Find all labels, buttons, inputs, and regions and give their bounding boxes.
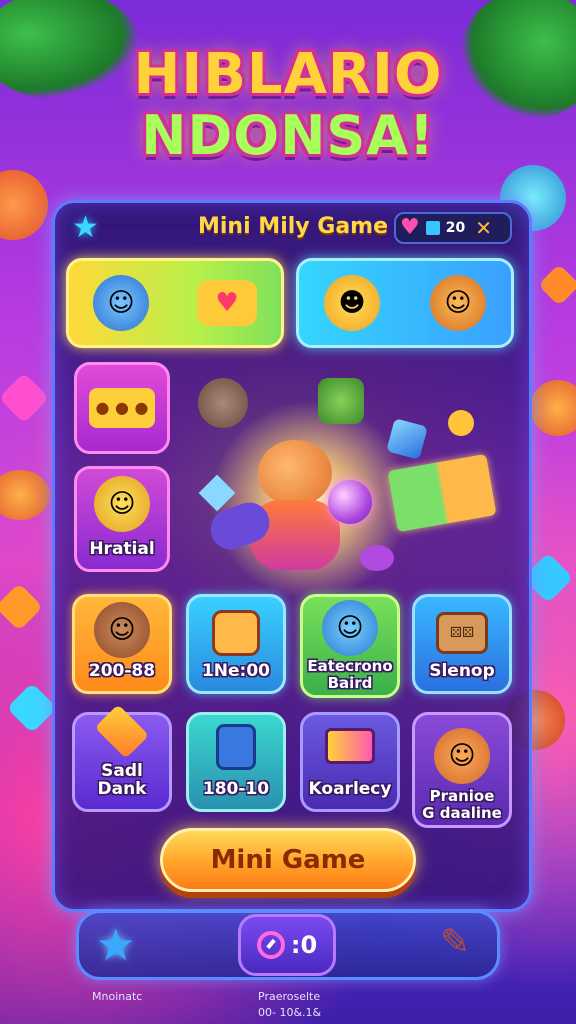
game-tile[interactable]: ⚄⚄ Slenop	[412, 594, 512, 694]
timer-counter[interactable]: :0	[238, 914, 336, 976]
yellow-bear-icon: ☺	[94, 476, 150, 533]
footer-right-line2: 00- 10&.1&	[258, 1006, 322, 1019]
blue-creature-icon: ☺	[322, 600, 378, 656]
stat-value: 20	[445, 220, 466, 236]
gem-decoration	[6, 682, 58, 734]
game-tile[interactable]: 180-10	[186, 712, 286, 812]
candy-icon	[94, 704, 150, 759]
battery-icon	[425, 221, 440, 235]
footer-left-text: Mnoinatc	[92, 990, 143, 1003]
tile-label: Sadl Dank	[97, 760, 147, 800]
blue-monster-icon: ☺	[93, 275, 149, 331]
game-controller-icon	[216, 724, 256, 771]
coin-icon	[448, 410, 474, 436]
coin-decoration	[530, 380, 576, 436]
gem-decoration	[0, 582, 44, 632]
tile-label: Pranioe G daaline	[422, 787, 502, 822]
game-title-line2: NDONSA!	[141, 104, 435, 167]
flag-icon	[325, 728, 375, 765]
timer-count: :0	[290, 931, 318, 959]
cookie-monster-icon: ☺	[434, 728, 490, 784]
chat-bubble-icon: ♥	[197, 280, 257, 326]
tile-label: Hratial	[89, 539, 155, 560]
panel-title: Mini Mily Game	[198, 214, 389, 239]
clock-icon	[256, 931, 285, 959]
tile-label: Slenop	[429, 661, 495, 682]
tile-label: Koarlecy	[308, 779, 392, 800]
star-icon[interactable]: ★	[96, 920, 135, 971]
panel-stats: ♥ 20 ✕	[394, 212, 512, 244]
map-icon[interactable]: ✎	[440, 922, 470, 963]
side-tile-top[interactable]: ● ● ●	[74, 362, 170, 454]
dice-box-icon: ⚄⚄	[436, 612, 488, 655]
bear-icon: ☻	[324, 275, 380, 331]
side-tile-mid[interactable]: ☺ Hratial	[74, 466, 170, 572]
calculator-icon	[212, 610, 260, 657]
tile-label: Eatecrono Baird	[307, 657, 393, 692]
game-tile[interactable]: ☺ Eatecrono Baird	[300, 594, 400, 698]
featured-tile-right[interactable]: ☻ ☺	[296, 258, 514, 348]
game-tile[interactable]: Koarlecy	[300, 712, 400, 812]
featured-tile-left[interactable]: ☺ ♥	[66, 258, 284, 348]
game-title-line1: HIBLARIO	[133, 42, 443, 107]
game-tile[interactable]: Sadl Dank	[72, 704, 172, 812]
teddy-icon	[198, 378, 248, 428]
star-icon: ★	[72, 210, 99, 245]
coin-decoration	[0, 470, 50, 520]
ticket-icon: ● ● ●	[89, 388, 155, 428]
tile-label: 200-88	[88, 661, 156, 682]
crystal-ball-icon	[328, 480, 372, 524]
footer-right-line1: Praeroselte	[258, 990, 321, 1003]
coin-icon	[360, 545, 394, 571]
mini-game-button[interactable]: Mini Game	[160, 828, 416, 892]
tile-label: 180-10	[202, 779, 270, 800]
game-tile[interactable]: ☺ 200-88	[72, 594, 172, 694]
green-monster-icon	[318, 378, 364, 424]
game-tile[interactable]: ☺ Pranioe G daaline	[412, 712, 512, 828]
heart-icon: ♥	[400, 215, 420, 240]
gem-decoration	[0, 372, 50, 424]
brown-bear-icon: ☺	[94, 602, 150, 659]
game-tile[interactable]: 1Ne:00	[186, 594, 286, 694]
tile-label: 1Ne:00	[201, 661, 271, 682]
close-icon[interactable]: ✕	[475, 216, 492, 240]
cookie-icon: ☺	[430, 275, 486, 331]
coin-decoration	[0, 170, 48, 240]
gem-decoration	[537, 263, 576, 307]
